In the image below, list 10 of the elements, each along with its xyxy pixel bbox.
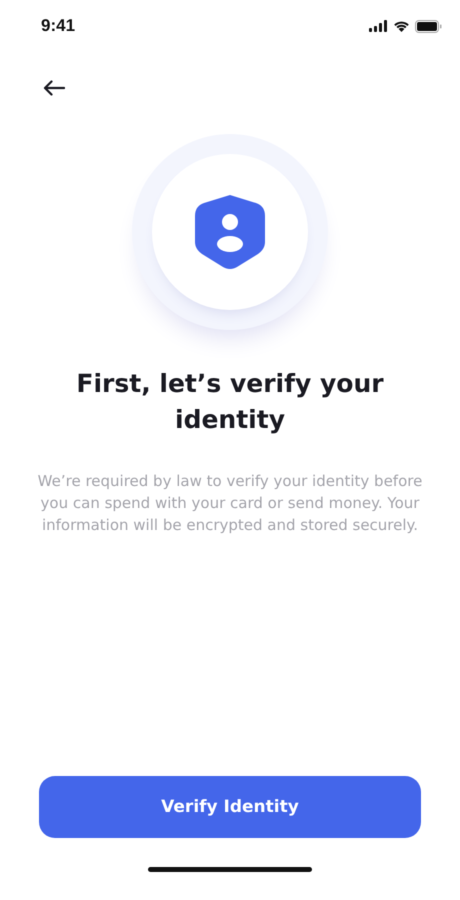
wifi-icon: [393, 20, 410, 32]
heading: First, let’s verify your identity: [75, 368, 385, 436]
battery-icon: [415, 20, 442, 32]
verify-identity-button[interactable]: Verify Identity: [39, 776, 421, 838]
signal-icon: [369, 20, 388, 32]
shield-user-icon: [194, 194, 266, 270]
description-text: We’re required by law to verify your identity before you can spend with your card or send money. Your information will be encrypted and stored securely.: [36, 471, 424, 536]
back-arrow-icon[interactable]: [43, 80, 65, 96]
status-time: 9:41: [41, 16, 76, 36]
home-indicator[interactable]: [148, 866, 312, 872]
